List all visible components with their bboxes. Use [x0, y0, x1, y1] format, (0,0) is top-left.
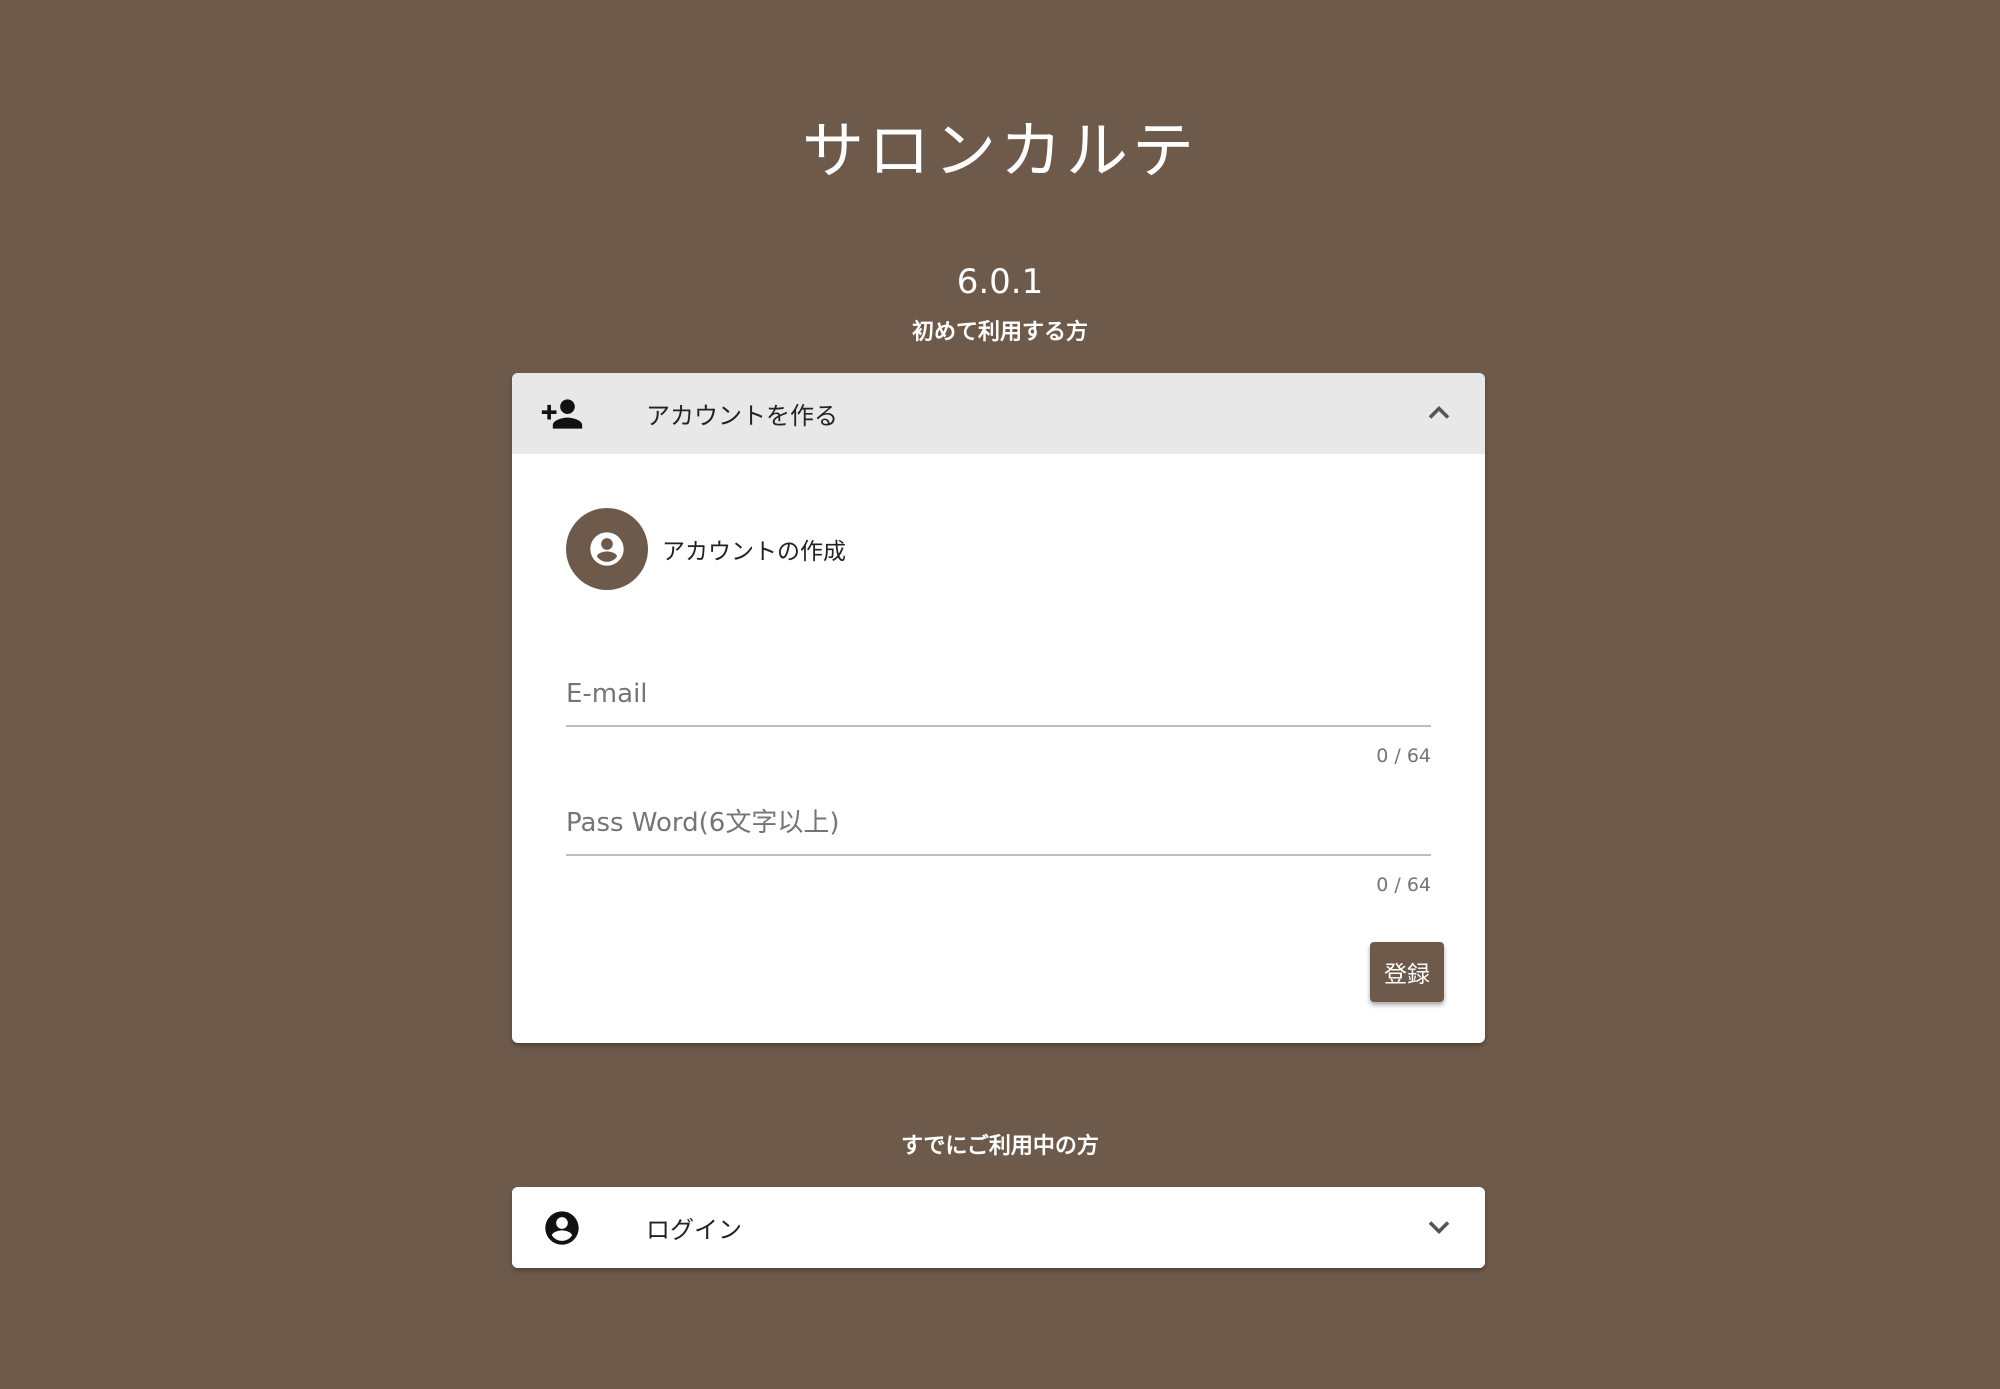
create-account-step: アカウントの作成 [566, 508, 846, 590]
create-account-step-label: アカウントの作成 [662, 539, 846, 565]
create-account-panel-title: アカウントを作る [646, 402, 838, 430]
chevron-down-icon[interactable] [1421, 1209, 1457, 1245]
create-account-panel-header[interactable]: アカウントを作る [512, 373, 1485, 454]
account-circle-icon [540, 1206, 584, 1250]
login-panel-title: ログイン [646, 1216, 742, 1244]
password-char-counter: 0 / 64 [1376, 874, 1431, 896]
person-add-icon [540, 392, 584, 436]
register-button[interactable]: 登録 [1370, 942, 1444, 1002]
chevron-up-icon[interactable] [1421, 395, 1457, 431]
existing-user-section-label: すでにご利用中の方 [901, 1134, 1099, 1159]
create-account-panel: アカウントを作る アカウントの作成 0 / 64 0 / 64 登録 [512, 373, 1485, 1043]
app-version: 6.0.1 [956, 262, 1044, 302]
password-field[interactable] [566, 792, 1431, 856]
login-panel: ログイン [512, 1187, 1485, 1268]
email-field-wrapper: 0 / 64 [566, 663, 1431, 767]
app-title: サロンカルテ [801, 114, 1198, 187]
email-char-counter: 0 / 64 [1376, 745, 1431, 767]
login-panel-header[interactable]: ログイン [512, 1187, 1485, 1268]
password-field-wrapper: 0 / 64 [566, 792, 1431, 896]
account-circle-icon [566, 508, 648, 590]
email-field[interactable] [566, 663, 1431, 727]
new-user-section-label: 初めて利用する方 [911, 320, 1088, 345]
